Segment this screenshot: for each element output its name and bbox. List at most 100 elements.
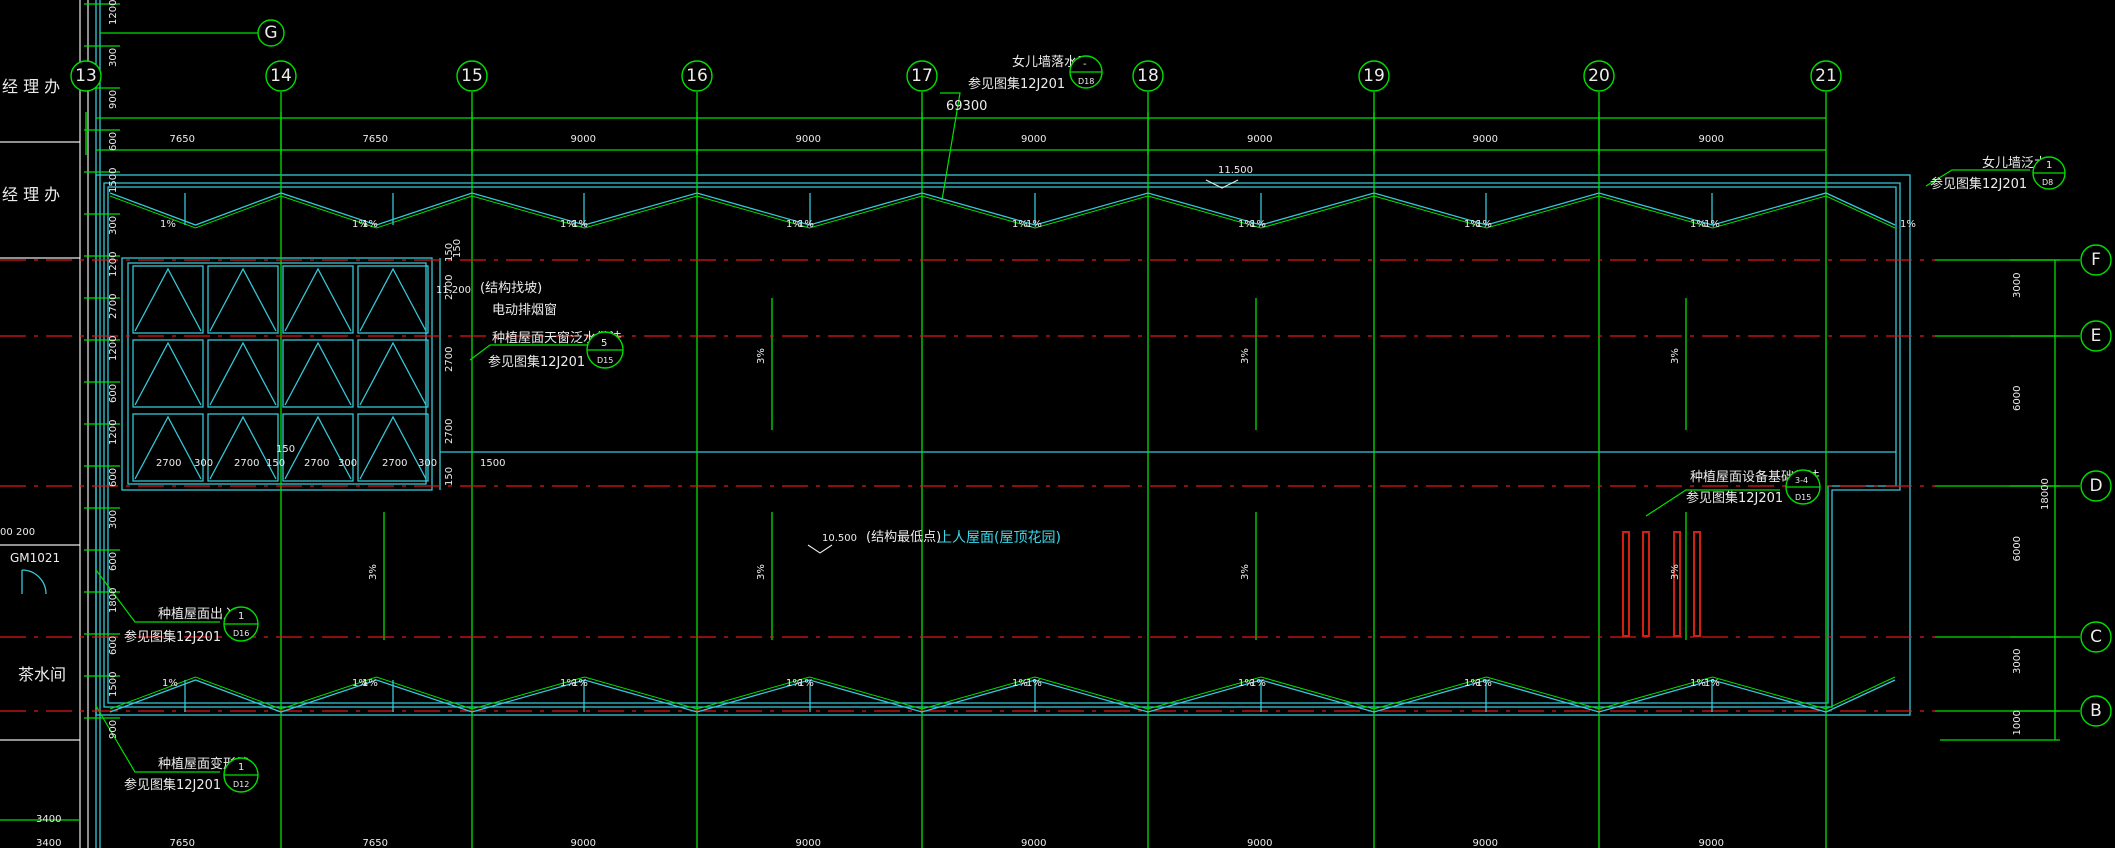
skylight-panel (357, 339, 429, 408)
callout-equipment-ref: 参见图集12J201 (1686, 490, 1783, 506)
axis-label-F: F (2091, 250, 2101, 270)
dim-left-16: 1500 (108, 672, 119, 697)
dim-top-6: 9000 (1473, 134, 1498, 145)
dim-bottom-3: 9000 (796, 838, 821, 848)
dim-skylight-w-1: 300 (194, 458, 213, 469)
room-label-manager-office-1: 经 理 办 (2, 77, 60, 96)
axis-label-13: 13 (75, 66, 97, 86)
slope-roof-0: 3% (756, 348, 767, 364)
callout-entrance-ref: 参见图集12J201 (124, 629, 221, 645)
callout-drain-num: - (1083, 59, 1087, 70)
overall-dimension: 69300 (946, 99, 987, 114)
elevation-roof-top: 11.500 (1218, 165, 1253, 176)
slope-top-12: 1% (1476, 219, 1492, 230)
slope-top-15: 1% (1900, 219, 1916, 230)
skylight-panel (357, 265, 429, 334)
dim-left-17: 900 (108, 720, 119, 739)
callout-joint-num: 1 (238, 762, 244, 773)
dim-misc-00: 00 (0, 527, 13, 538)
slope-top-6: 1% (798, 219, 814, 230)
dim-bottom-4: 9000 (1021, 838, 1046, 848)
callout-equipment-num: 3-4 (1795, 476, 1808, 485)
axis-label-B: B (2090, 701, 2102, 721)
skylight-panel (207, 265, 279, 334)
dim-left-11: 600 (108, 468, 119, 487)
dim-left-3: 600 (108, 132, 119, 151)
door-label: GM1021 (10, 551, 60, 565)
label-lowest-point: (结构最低点) (866, 530, 941, 545)
dim-left-9: 600 (108, 384, 119, 403)
dim-skylight-w-2: 2700 (234, 458, 259, 469)
callout-skylight-sheet: D15 (597, 356, 613, 365)
dim-top-0: 7650 (170, 134, 195, 145)
slope-bottom-10: 1% (1250, 678, 1266, 689)
callout-drain-sheet: D18 (1078, 77, 1094, 86)
dim-top-2: 9000 (571, 134, 596, 145)
slope-top-14: 1% (1704, 219, 1720, 230)
room-label-manager-office-2: 经 理 办 (2, 185, 60, 204)
dim-bottom-7: 9000 (1699, 838, 1724, 848)
callout-skylight-ref: 参见图集12J201 (488, 354, 585, 370)
skylight-panel (207, 413, 279, 482)
callout-joint-sheet: D12 (233, 780, 249, 789)
dim-left-5: 300 (108, 216, 119, 235)
slope-bottom-2: 1% (362, 678, 378, 689)
skylight-panel (357, 413, 429, 482)
dim-right-2: 6000 (2012, 536, 2023, 561)
axis-label-D: D (2089, 476, 2102, 496)
axis-label-G: G (264, 23, 277, 43)
dim-bottom-2: 9000 (571, 838, 596, 848)
dim-top-3: 9000 (796, 134, 821, 145)
dim-skylight-h-2: 2700 (444, 347, 455, 372)
room-label-tea-room: 茶水间 (18, 665, 66, 684)
dim-left-1: 300 (108, 48, 119, 67)
slope-roof-6: 3% (1670, 564, 1681, 580)
dim-right-0: 3000 (2012, 273, 2023, 298)
label-roof-garden: 上人屋面(屋顶花园) (938, 530, 1061, 546)
label-structural-slope: (结构找坡) (480, 281, 542, 296)
skylight-panel (207, 339, 279, 408)
slope-roof-3: 3% (368, 564, 379, 580)
dim-left-12: 300 (108, 510, 119, 529)
axis-label-14: 14 (270, 66, 292, 86)
axis-label-19: 19 (1363, 66, 1385, 86)
skylight-panel (282, 265, 354, 334)
dim-left-15: 600 (108, 636, 119, 655)
callout-drain-ref: 参见图集12J201 (968, 76, 1065, 92)
callout-entrance-num: 1 (238, 611, 244, 622)
dim-bottom-0: 7650 (170, 838, 195, 848)
axis-label-21: 21 (1815, 66, 1837, 86)
dim-bottom-left-2: 3400 (36, 838, 61, 848)
dim-top-7: 9000 (1699, 134, 1724, 145)
slope-bottom-12: 1% (1476, 678, 1492, 689)
dim-left-2: 900 (108, 90, 119, 109)
dim-top-5: 9000 (1247, 134, 1272, 145)
slope-top-4: 1% (572, 219, 588, 230)
dim-skylight-h-4: 150 (444, 467, 455, 486)
dim-right-total: 18000 (2040, 478, 2051, 510)
skylight-panel (132, 339, 204, 408)
skylight-panel (132, 265, 204, 334)
dim-bottom-5: 9000 (1247, 838, 1272, 848)
callout-flashing-sheet: D8 (2042, 178, 2053, 187)
dim-misc-200: 200 (16, 527, 35, 538)
slope-roof-1: 3% (1240, 348, 1251, 364)
roof-plan-drawing: 13 14 15 16 17 18 19 20 21GFEDCB7650 7650 9000 9000… (0, 0, 2112, 848)
axis-label-E: E (2091, 326, 2102, 346)
skylight-panel (132, 413, 204, 482)
axis-label-18: 18 (1137, 66, 1159, 86)
callout-equipment-sheet: D15 (1795, 493, 1811, 502)
callout-skylight-num: 5 (601, 338, 607, 349)
dim-misc-150b: 150 (452, 239, 463, 258)
slope-top-0: 1% (160, 219, 176, 230)
dim-left-13: 600 (108, 552, 119, 571)
dim-left-10: 1200 (108, 420, 119, 445)
slope-roof-5: 3% (1240, 564, 1251, 580)
dim-left-0: 1200 (108, 0, 119, 25)
dim-bottom-6: 9000 (1473, 838, 1498, 848)
dim-skylight-w-6: 2700 (382, 458, 407, 469)
dim-skylight-w-3: 150 (266, 458, 285, 469)
dim-left-14: 1800 (108, 588, 119, 613)
axis-label-16: 16 (686, 66, 708, 86)
slope-top-8: 1% (1026, 219, 1042, 230)
